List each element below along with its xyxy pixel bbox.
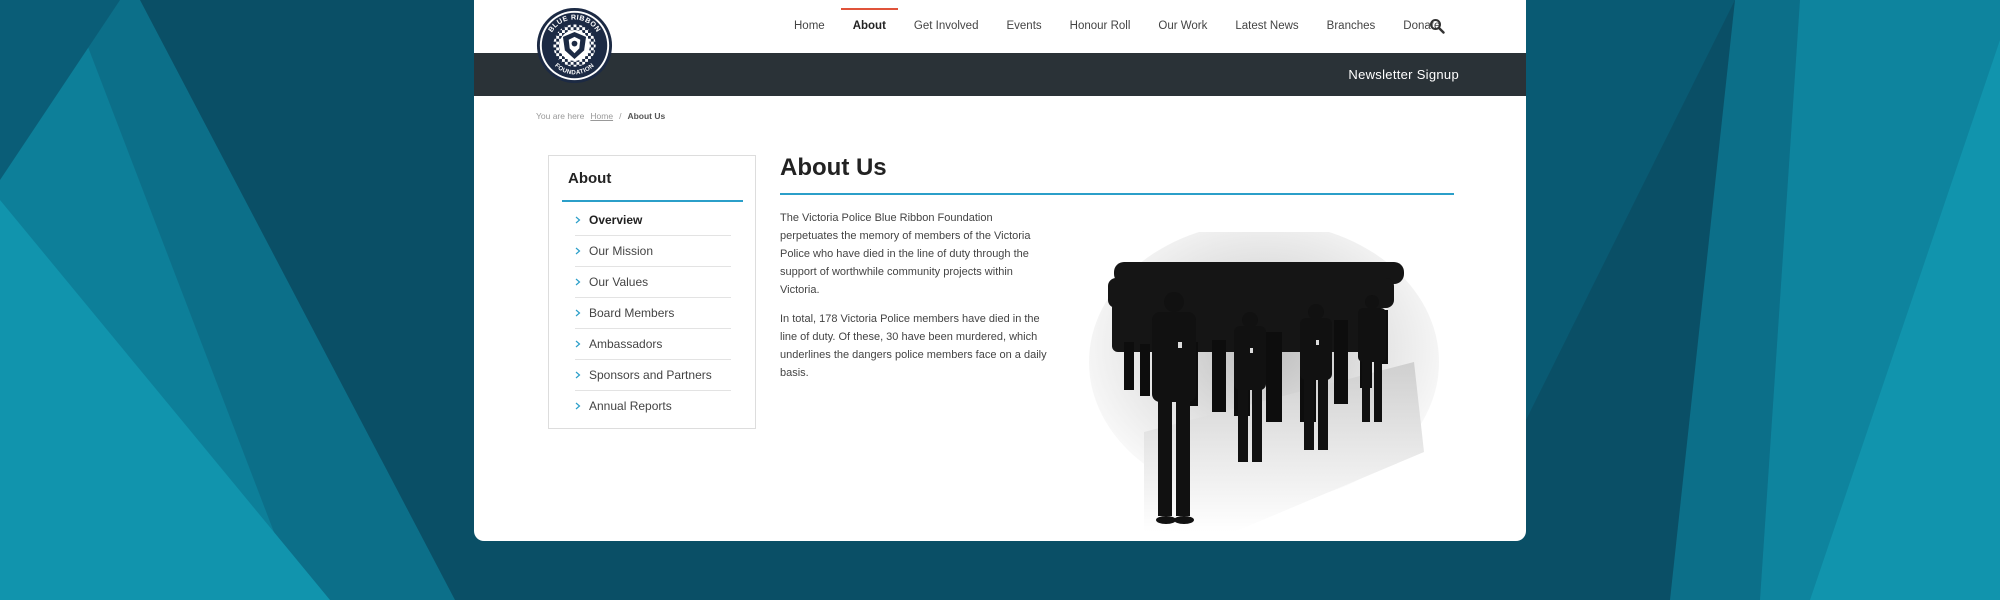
title-divider: [780, 193, 1454, 195]
nav-item-events[interactable]: Events: [1006, 0, 1041, 53]
breadcrumb-home-link[interactable]: Home: [590, 111, 613, 121]
newsletter-signup-link[interactable]: Newsletter Signup: [1348, 53, 1459, 96]
chevron-right-icon: [575, 371, 581, 379]
chevron-right-icon: [575, 216, 581, 224]
nav-item-about[interactable]: About: [840, 0, 899, 53]
breadcrumb-separator: /: [619, 111, 622, 121]
nav-item-latest-news[interactable]: Latest News: [1235, 0, 1298, 53]
chevron-right-icon: [575, 402, 581, 410]
sidebar: About Overview Our Mission Our Values Bo…: [548, 155, 756, 429]
sidebar-item-label: Annual Reports: [589, 399, 672, 413]
police-formation-photo: [1084, 232, 1444, 532]
breadcrumb-current: About Us: [627, 111, 666, 121]
nav-item-home[interactable]: Home: [794, 0, 825, 53]
nav-item-branches[interactable]: Branches: [1327, 0, 1376, 53]
blue-ribbon-foundation-logo[interactable]: BLUE RIBBON FOUNDATION: [536, 7, 613, 84]
sidebar-title: About: [568, 170, 612, 187]
chevron-right-icon: [575, 278, 581, 286]
sidebar-menu: Overview Our Mission Our Values Board Me…: [575, 205, 731, 421]
sidebar-item-label: Overview: [589, 213, 643, 227]
sidebar-item-label: Our Values: [589, 275, 649, 289]
search-icon[interactable]: [1429, 18, 1445, 34]
nav-item-honour-roll[interactable]: Honour Roll: [1070, 0, 1131, 53]
secondary-bar: Newsletter Signup: [474, 53, 1526, 96]
breadcrumb-prefix: You are here: [536, 111, 585, 121]
sidebar-item-ambassadors[interactable]: Ambassadors: [575, 329, 731, 360]
sidebar-item-annual-reports[interactable]: Annual Reports: [575, 391, 731, 421]
nav-item-get-involved[interactable]: Get Involved: [914, 0, 979, 53]
sidebar-divider: [562, 200, 743, 202]
main-navigation: Home About Get Involved Events Honour Ro…: [474, 0, 1526, 53]
sidebar-item-sponsors-and-partners[interactable]: Sponsors and Partners: [575, 360, 731, 391]
sidebar-item-board-members[interactable]: Board Members: [575, 298, 731, 329]
sidebar-item-our-mission[interactable]: Our Mission: [575, 236, 731, 267]
chevron-right-icon: [575, 247, 581, 255]
page-title: About Us: [780, 154, 887, 181]
sidebar-item-label: Sponsors and Partners: [589, 368, 712, 382]
sidebar-item-our-values[interactable]: Our Values: [575, 267, 731, 298]
sidebar-item-overview[interactable]: Overview: [575, 205, 731, 236]
nav-item-our-work[interactable]: Our Work: [1158, 0, 1207, 53]
sidebar-item-label: Ambassadors: [589, 337, 663, 351]
page-card: Home About Get Involved Events Honour Ro…: [474, 0, 1526, 541]
statistics-paragraph: In total, 178 Victoria Police members ha…: [780, 313, 1047, 379]
sidebar-item-label: Board Members: [589, 306, 675, 320]
nav-menu: Home About Get Involved Events Honour Ro…: [780, 0, 1454, 53]
breadcrumb: You are here Home / About Us: [536, 111, 665, 121]
intro-paragraph: The Victoria Police Blue Ribbon Foundati…: [780, 212, 1031, 296]
chevron-right-icon: [575, 309, 581, 317]
chevron-right-icon: [575, 340, 581, 348]
sidebar-item-label: Our Mission: [589, 244, 654, 258]
